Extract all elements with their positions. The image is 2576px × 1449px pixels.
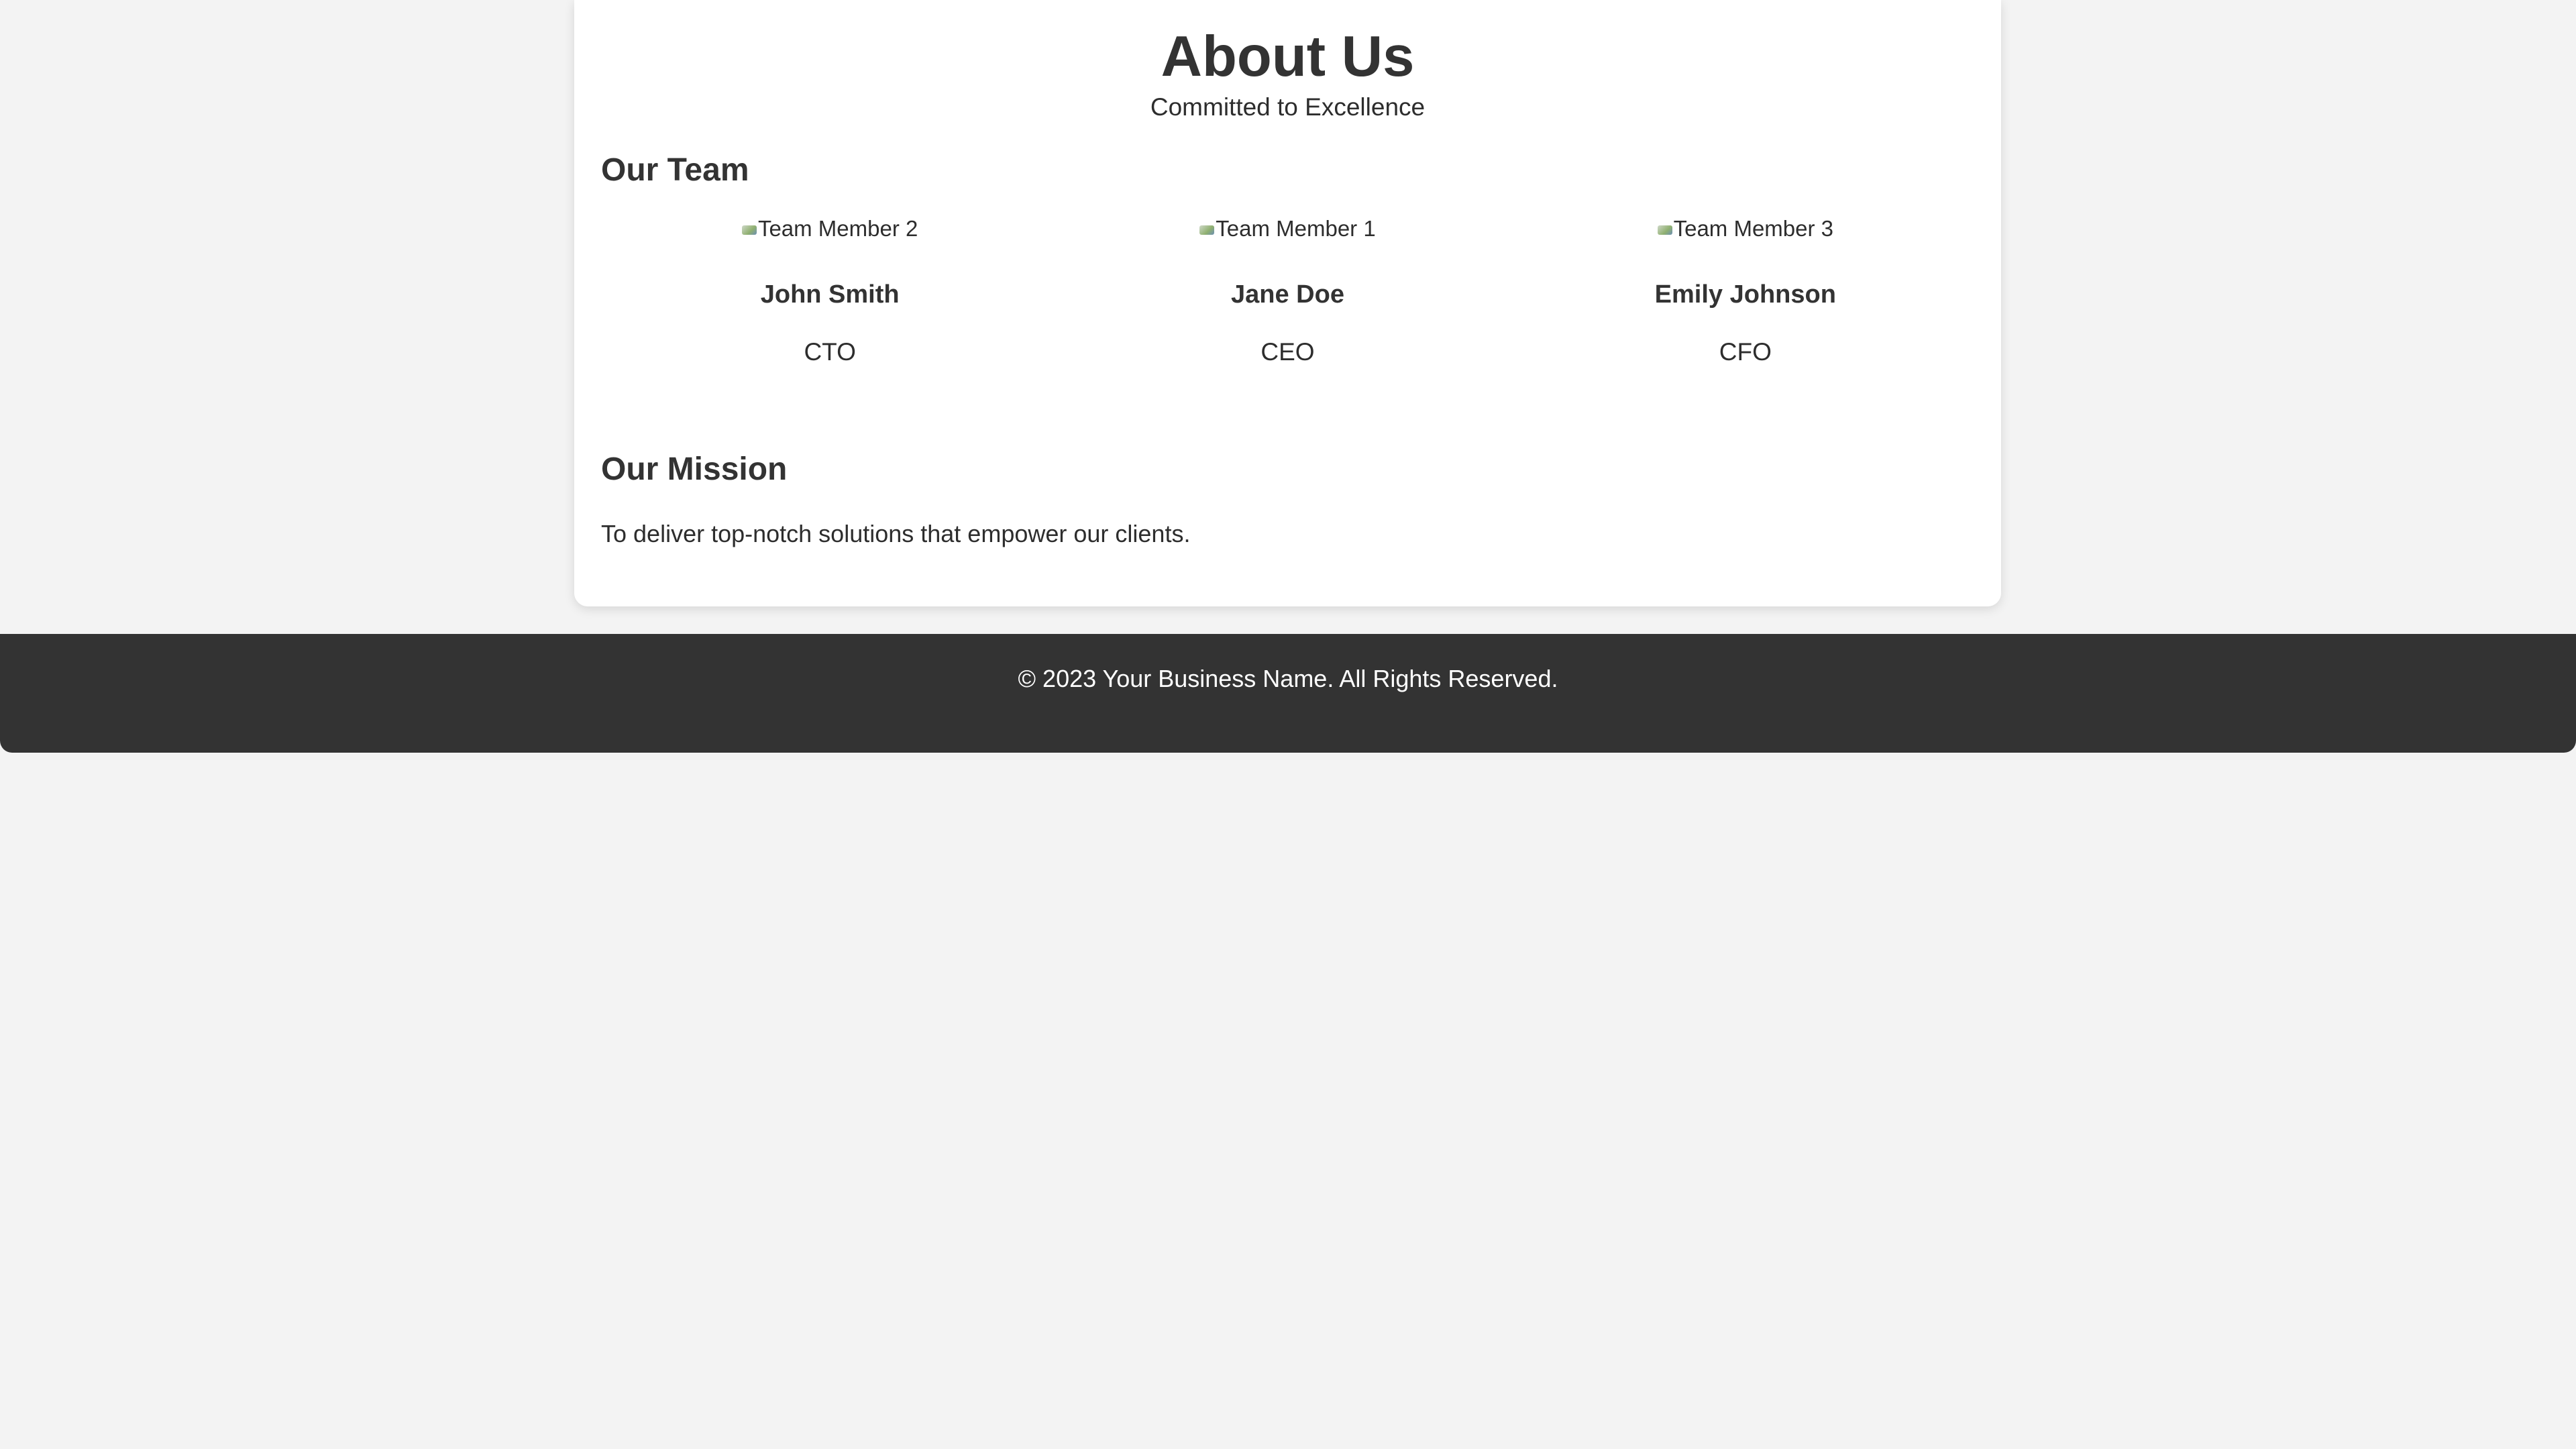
broken-image-icon [1199,225,1215,235]
team-member-card: Team Member 3 Emily Johnson CFO [1517,208,1974,376]
page-subtitle: Committed to Excellence [1150,93,1426,121]
photo-alt-text: Team Member 1 [1216,216,1376,241]
photo-alt-text: Team Member 2 [757,216,918,241]
team-member-card: Team Member 2 John Smith CTO [601,208,1059,376]
team-member-photo: Team Member 3 [1657,213,1834,244]
team-member-name: Emily Johnson [1654,280,1836,309]
mission-heading: Our Mission [601,451,788,487]
team-member-role: CFO [1719,338,1772,366]
page-title: About Us [1161,25,1415,89]
footer-copyright: © 2023 Your Business Name. All Rights Re… [1018,665,1558,692]
team-member-name: Jane Doe [1231,280,1344,309]
mission-text: To deliver top-notch solutions that empo… [601,520,1191,547]
about-card: About Us Committed to Excellence Our Tea… [574,0,2001,606]
photo-alt-text: Team Member 3 [1673,216,1834,241]
team-member-photo: Team Member 2 [741,213,918,244]
team-member-name: John Smith [760,280,900,309]
team-heading: Our Team [601,152,749,188]
team-member-role: CEO [1260,338,1315,366]
team-member-card: Team Member 1 Jane Doe CEO [1059,208,1516,376]
team-list: Team Member 2 John Smith CTO Team Member… [601,208,1974,376]
site-footer: © 2023 Your Business Name. All Rights Re… [0,634,2576,753]
team-member-photo: Team Member 1 [1199,213,1376,244]
broken-image-icon [741,225,757,235]
broken-image-icon [1657,225,1672,235]
team-member-role: CTO [804,338,856,366]
